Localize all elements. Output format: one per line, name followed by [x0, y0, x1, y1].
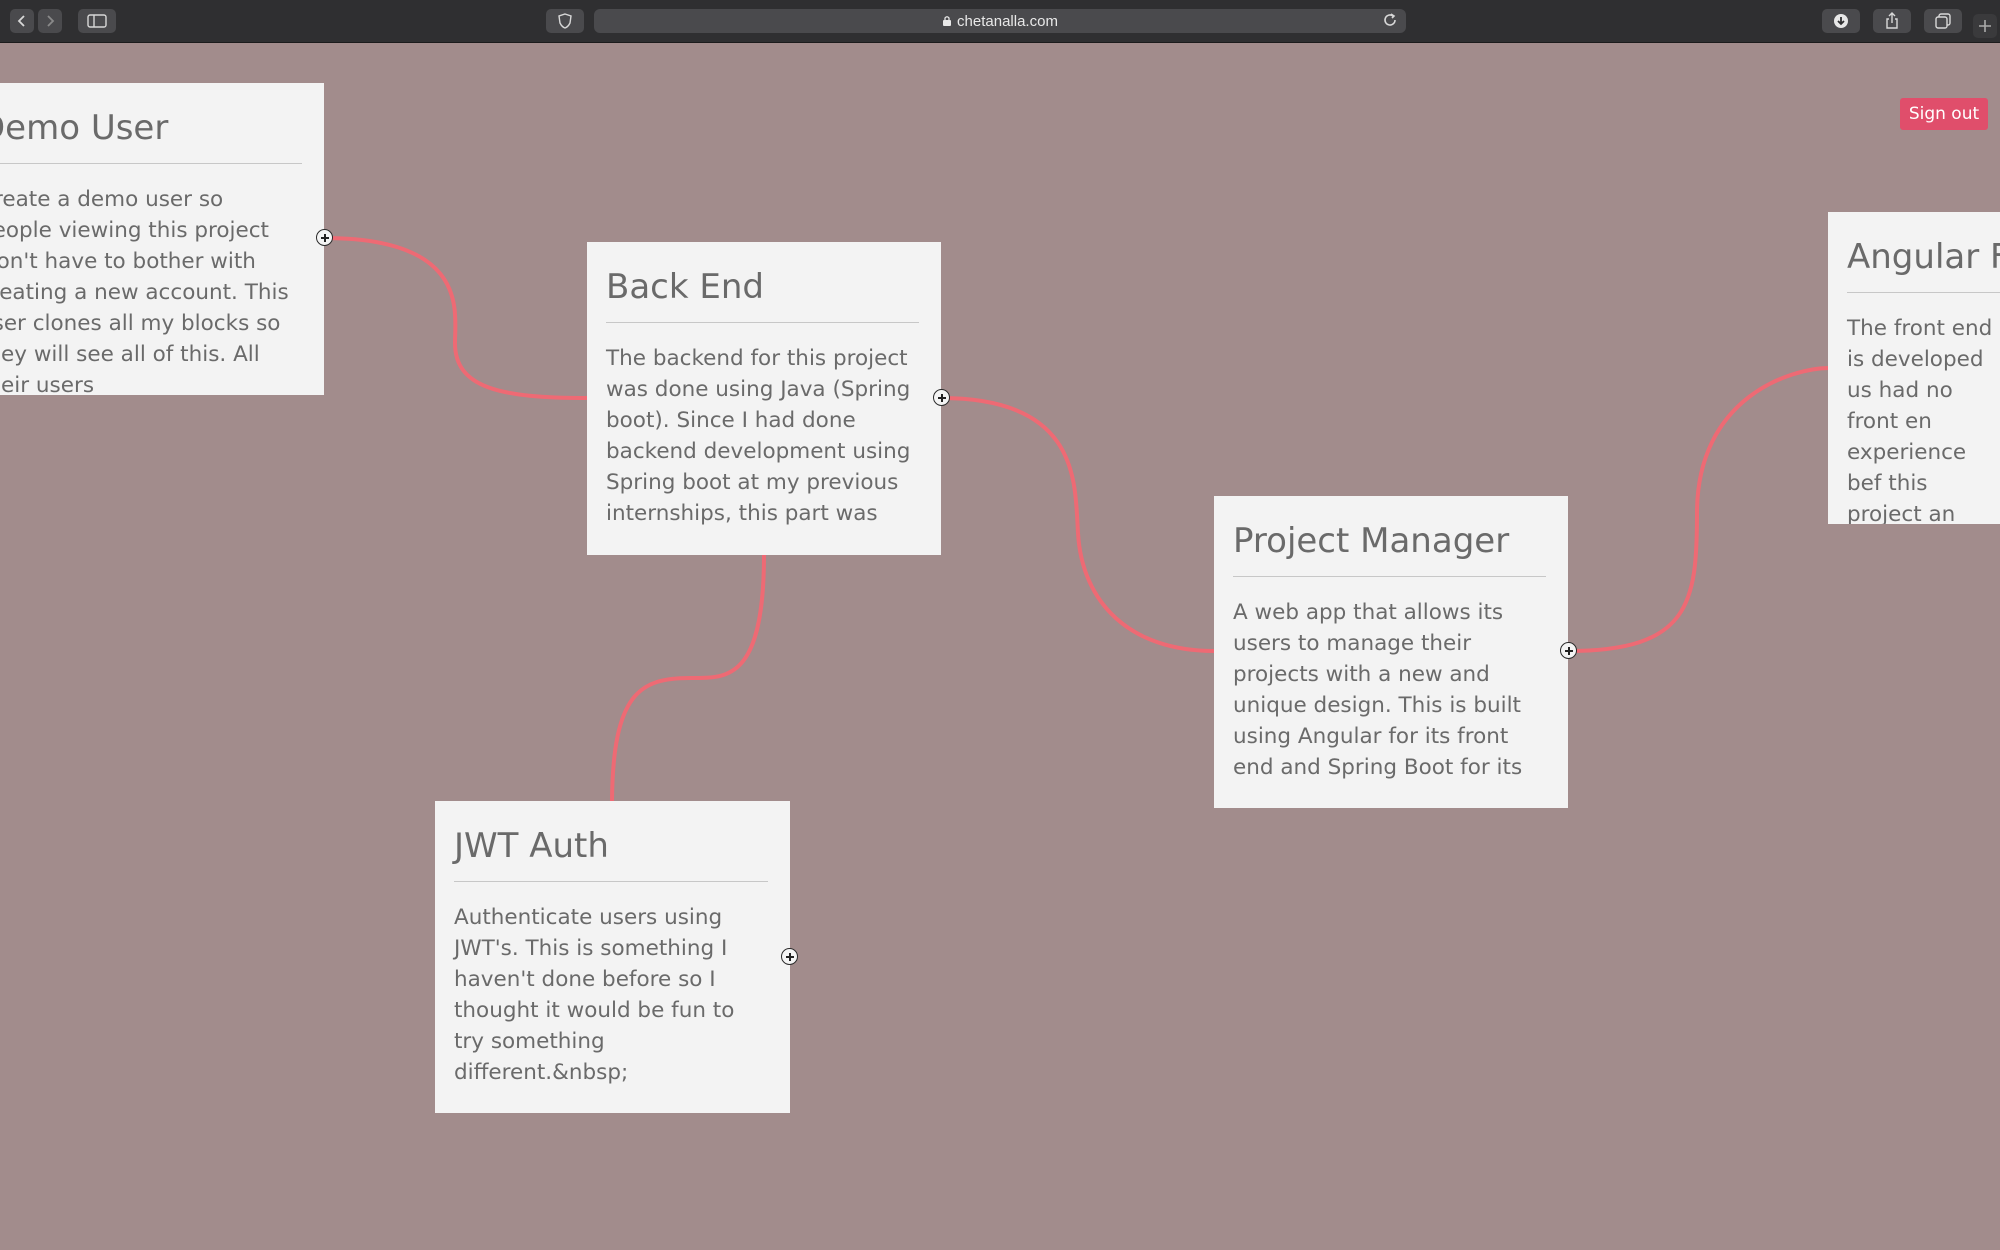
card-project-manager[interactable]: Project Manager A web app that allows it… — [1214, 496, 1568, 808]
card-demo-user[interactable]: Demo User Create a demo user so people v… — [0, 83, 324, 395]
share-button[interactable] — [1873, 9, 1911, 33]
card-title: Back End — [606, 267, 764, 307]
card-title: JWT Auth — [454, 826, 609, 866]
add-child-button-back-end[interactable] — [933, 389, 950, 406]
forward-icon — [47, 15, 55, 27]
card-body: The backend for this project was done us… — [606, 346, 911, 526]
card-body: The front end is developed us had no fro… — [1847, 316, 1993, 524]
new-tab-icon — [1979, 20, 1991, 32]
add-child-button-jwt-auth[interactable] — [781, 948, 798, 965]
card-angular-front[interactable]: Angular Fr The front end is developed us… — [1828, 212, 2000, 524]
downloads-button[interactable] — [1822, 9, 1860, 33]
share-icon — [1886, 12, 1898, 29]
privacy-button[interactable] — [546, 9, 584, 33]
reload-icon[interactable] — [1382, 12, 1398, 28]
card-divider — [454, 881, 768, 882]
card-jwt-auth[interactable]: JWT Auth Authenticate users using JWT's.… — [435, 801, 790, 1113]
board-canvas[interactable]: Demo User Create a demo user so people v… — [0, 43, 2000, 1250]
browser-toolbar: chetanalla.com — [0, 0, 2000, 43]
url-text: chetanalla.com — [957, 12, 1058, 30]
card-body: A web app that allows its users to manag… — [1233, 600, 1523, 780]
back-icon — [17, 15, 25, 27]
connector-demo-to-backend — [323, 236, 588, 400]
sidebar-icon — [87, 14, 107, 28]
card-divider — [1847, 292, 2000, 293]
card-body: Authenticate users using JWT's. This is … — [454, 905, 735, 1085]
plus-icon — [320, 233, 329, 242]
connector-backend-to-pm — [940, 396, 1215, 653]
card-back-end[interactable]: Back End The backend for this project wa… — [587, 242, 941, 555]
plus-icon — [785, 952, 794, 961]
add-child-button-project-manager[interactable] — [1560, 642, 1577, 659]
card-title: Project Manager — [1233, 521, 1510, 561]
forward-button[interactable] — [38, 9, 62, 33]
plus-icon — [1564, 646, 1573, 655]
card-divider — [0, 163, 302, 164]
card-title: Demo User — [0, 108, 169, 148]
connector-backend-to-jwt — [610, 554, 766, 802]
tabs-button[interactable] — [1924, 9, 1962, 33]
shield-icon — [558, 13, 572, 29]
sign-out-button[interactable]: Sign out — [1900, 98, 1988, 130]
tabs-icon — [1935, 13, 1951, 29]
plus-icon — [937, 393, 946, 402]
back-button[interactable] — [10, 9, 34, 33]
connector-pm-to-angular — [1567, 366, 1831, 653]
card-divider — [1233, 576, 1546, 577]
add-child-button-demo-user[interactable] — [316, 229, 333, 246]
card-title: Angular Fr — [1847, 237, 2000, 277]
sidebar-button[interactable] — [78, 9, 116, 33]
new-tab-button[interactable] — [1973, 14, 1997, 38]
download-icon — [1834, 14, 1848, 28]
card-body: Create a demo user so people viewing thi… — [0, 187, 289, 395]
lock-icon — [943, 16, 952, 26]
card-divider — [606, 322, 919, 323]
address-bar[interactable]: chetanalla.com — [594, 9, 1406, 33]
